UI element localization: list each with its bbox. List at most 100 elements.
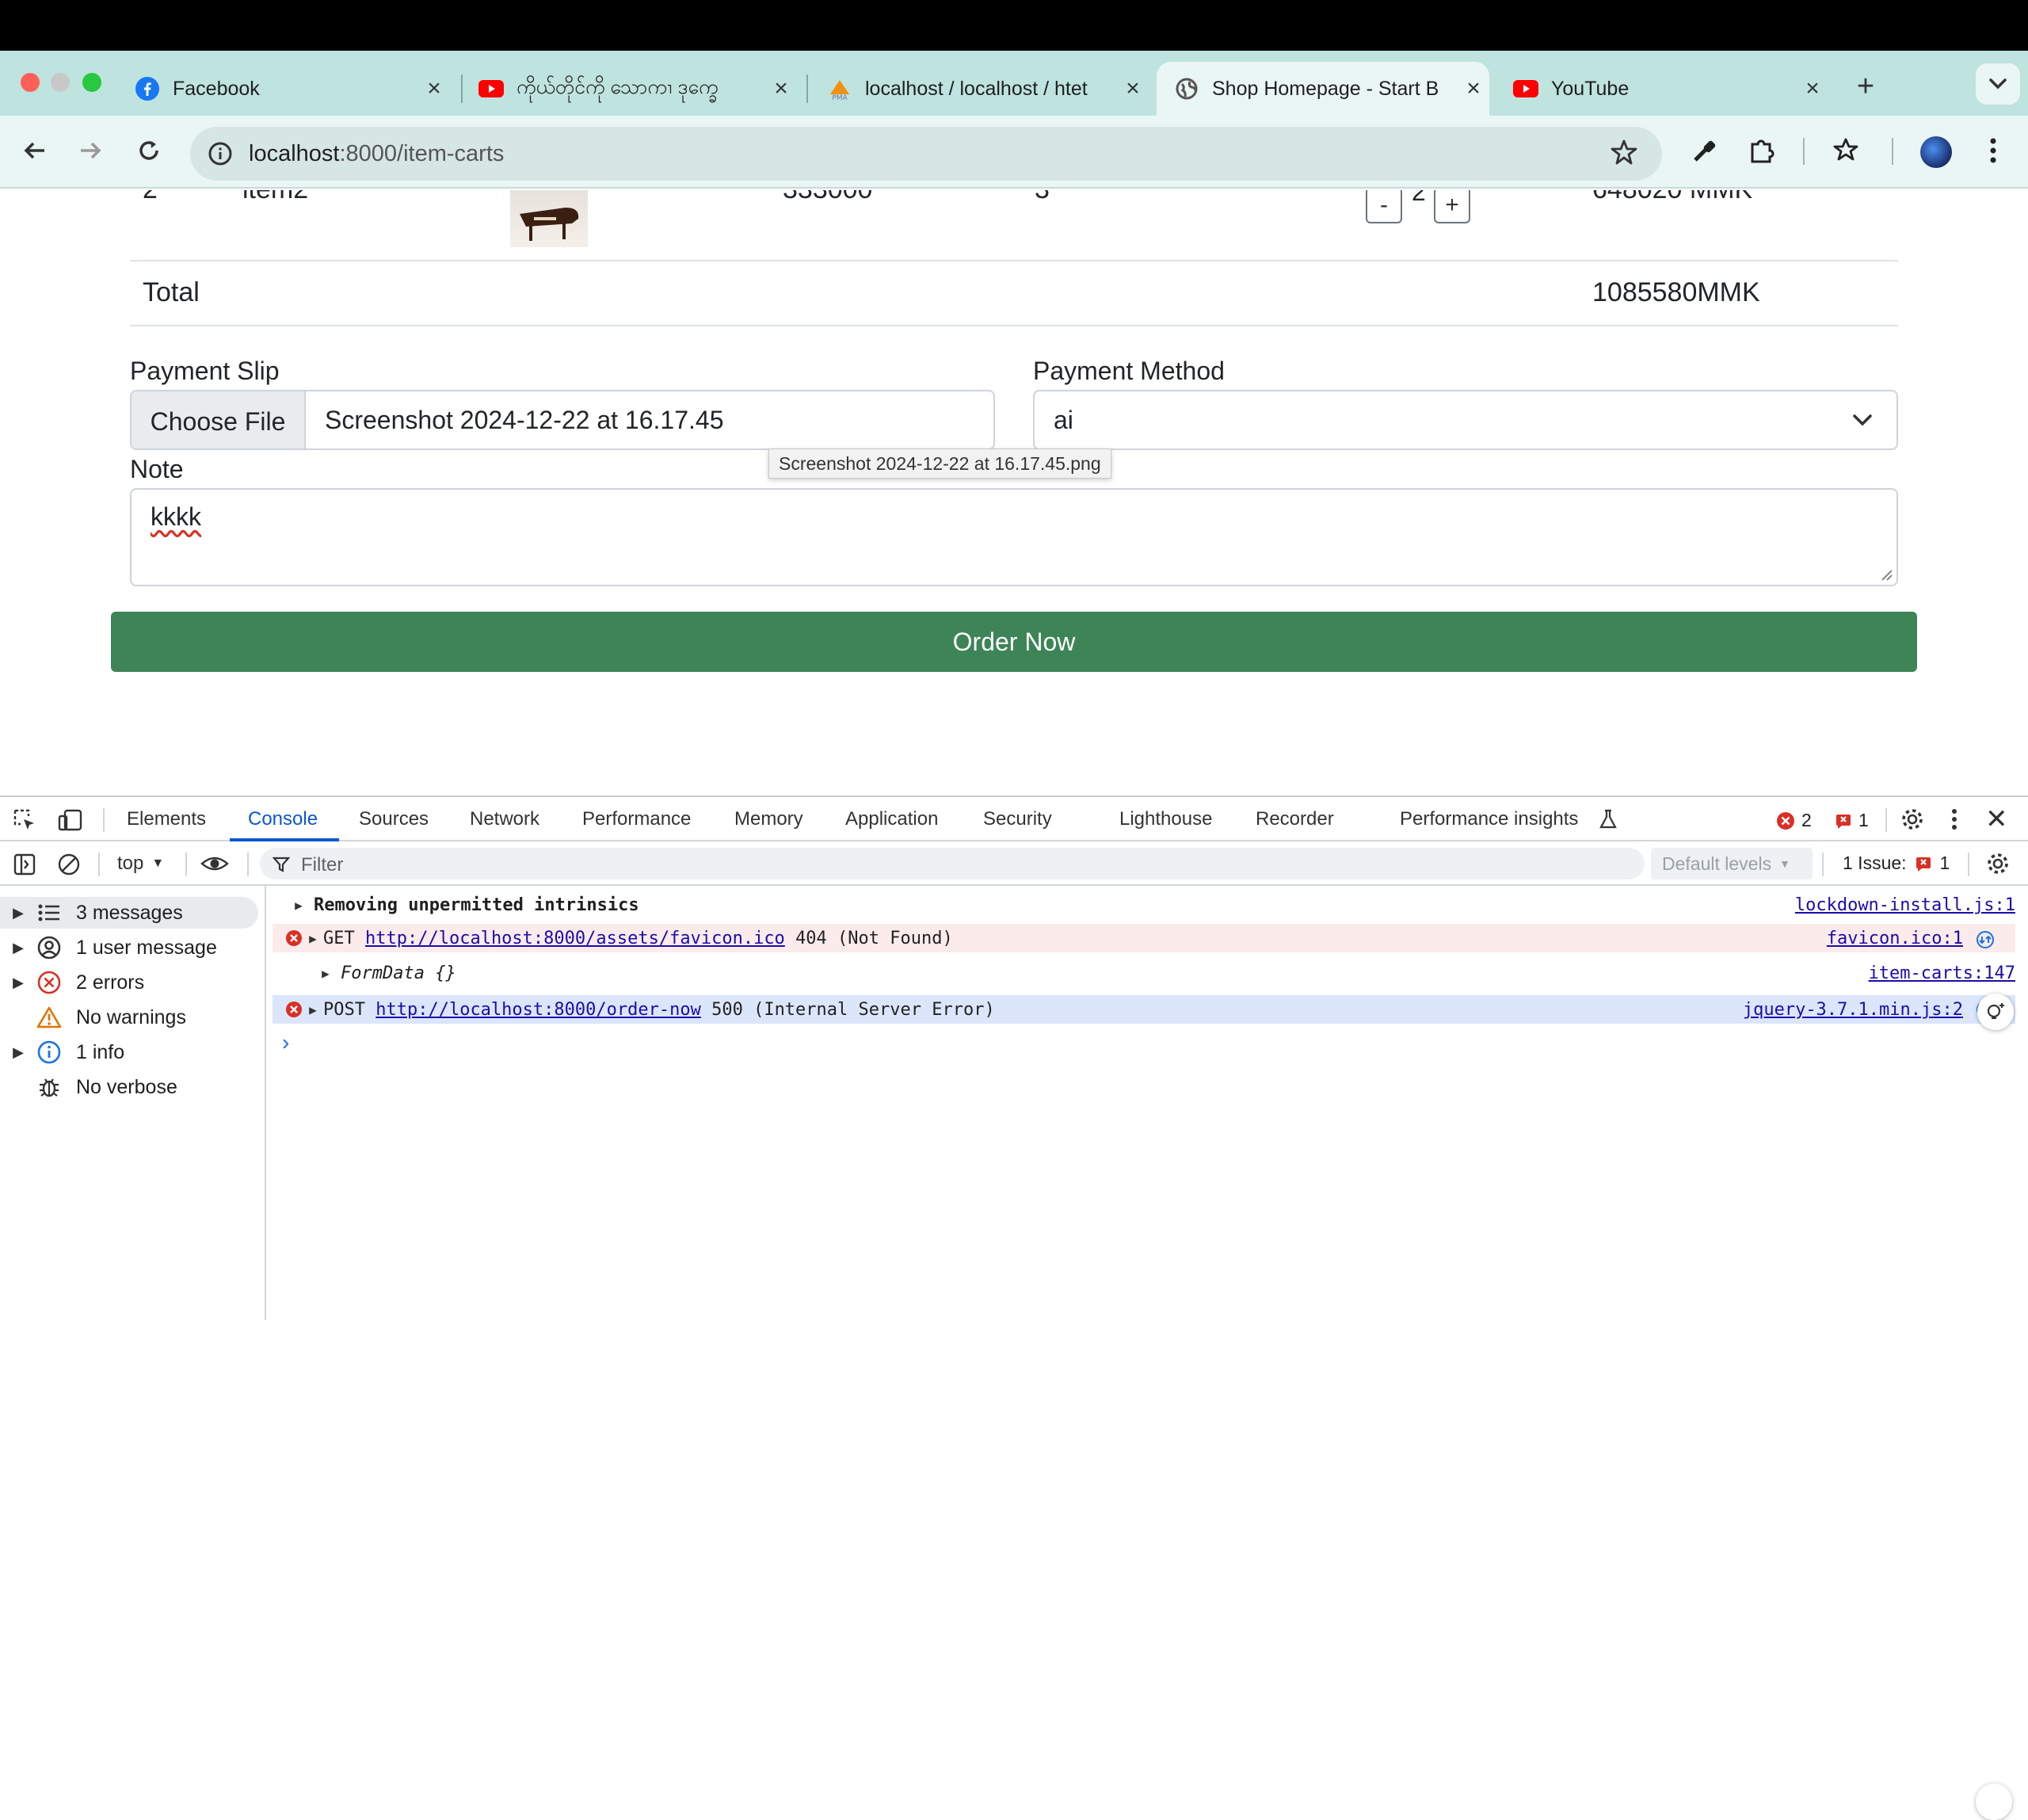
clear-console-icon[interactable] — [57, 853, 81, 880]
devtools-settings-icon[interactable] — [1900, 807, 1925, 836]
console-error-message[interactable]: ▶ POST http://localhost:8000/order-now 5… — [273, 995, 2015, 1024]
bookmark-star-icon[interactable] — [1610, 138, 1641, 170]
console-message[interactable]: ▶ FormData {} item-carts:147 — [273, 959, 2015, 987]
console-sidebar: ▶ 3 messages ▶ 1 user message ▶ 2 errors… — [0, 886, 266, 1320]
bookmarks-button[interactable] — [1830, 133, 1865, 168]
tab-application[interactable]: Application — [845, 808, 938, 830]
tab-youtube-video[interactable]: ကိုယ်တိုင်ကို သောကၢ ဒုက္ခေ × — [464, 62, 797, 116]
sidebar-toggle-icon[interactable] — [13, 853, 36, 880]
issue-counter[interactable]: 1 — [1835, 810, 1869, 831]
back-button[interactable] — [17, 133, 52, 168]
message-source-link[interactable]: item-carts:147 — [1869, 963, 2015, 983]
toolbar-divider — [1885, 808, 1887, 832]
console-message[interactable]: ▶ Removing unpermitted intrinsics lockdo… — [273, 891, 2015, 919]
expand-arrow-icon: ▶ — [13, 904, 24, 921]
devtools-more-icon[interactable] — [1950, 807, 1958, 836]
toolbar-divider — [1892, 138, 1893, 165]
tab-close-icon[interactable]: × — [1797, 75, 1828, 102]
tab-network[interactable]: Network — [470, 808, 539, 830]
tab-console[interactable]: Console — [248, 808, 318, 830]
console-prompt[interactable]: › — [282, 1030, 289, 1055]
tab-close-icon[interactable]: × — [1458, 75, 1489, 102]
tab-lighthouse[interactable]: Lighthouse — [1119, 808, 1212, 830]
toolbar-divider — [103, 808, 105, 832]
tab-sources[interactable]: Sources — [359, 808, 429, 830]
live-expression-eye-icon[interactable] — [200, 851, 230, 880]
error-counter[interactable]: 2 — [1776, 810, 1812, 831]
sidebar-item-user-messages[interactable]: ▶ 1 user message — [0, 932, 258, 963]
ai-assistance-button[interactable] — [1977, 994, 2014, 1030]
console-error-message[interactable]: ▶ GET http://localhost:8000/assets/favic… — [273, 924, 2015, 952]
new-tab-button[interactable]: + — [1843, 67, 1889, 106]
eyedropper-icon — [1694, 140, 1716, 162]
reload-button[interactable] — [132, 133, 166, 168]
tab-close-icon[interactable]: × — [1117, 75, 1149, 102]
tab-recorder[interactable]: Recorder — [1256, 808, 1334, 830]
tab-phpmyadmin[interactable]: PMA localhost / localhost / htet × — [810, 62, 1149, 116]
log-levels-dropdown[interactable]: Default levels ▼ — [1651, 848, 1813, 879]
payment-slip-file-input[interactable]: Choose File Screenshot 2024-12-22 at 16.… — [130, 390, 995, 450]
extensions-button[interactable] — [1744, 133, 1779, 168]
error-icon — [286, 1002, 302, 1017]
eyedropper-extension-button[interactable] — [1687, 133, 1722, 168]
screen-top-bar — [0, 0, 2028, 51]
order-now-button[interactable]: Order Now — [111, 612, 1917, 672]
browser-menu-button[interactable] — [1976, 133, 2011, 168]
network-request-icon[interactable] — [1976, 930, 1995, 949]
devtools-close-icon[interactable]: ✕ — [1985, 803, 2008, 835]
close-window-button[interactable] — [21, 73, 40, 92]
sidebar-item-info[interactable]: ▶ 1 info — [0, 1036, 258, 1068]
warning-icon — [35, 1003, 63, 1032]
tab-security[interactable]: Security — [983, 808, 1052, 830]
bug-icon — [35, 1073, 63, 1101]
tab-performance[interactable]: Performance — [582, 808, 691, 830]
tab-shop-homepage[interactable]: Shop Homepage - Start B × — [1157, 62, 1489, 116]
expand-arrow-icon: ▶ — [322, 965, 330, 981]
tab-elements[interactable]: Elements — [127, 808, 206, 830]
tab-performance-insights[interactable]: Performance insights — [1400, 808, 1578, 830]
resize-handle-icon[interactable] — [1881, 569, 1893, 582]
request-url-link[interactable]: http://localhost:8000/order-now — [375, 1000, 701, 1020]
device-toolbar-icon[interactable] — [57, 808, 84, 836]
browser-toolbar: localhost:8000/item-carts — [0, 116, 2028, 189]
devtools-tab-bar: Elements Console Sources Network Perform… — [0, 797, 2028, 841]
issues-summary[interactable]: 1 Issue: 1 — [1843, 853, 1950, 874]
message-source-link[interactable]: jquery-3.7.1.min.js:2 — [1743, 1000, 1963, 1020]
note-textarea[interactable]: kkkk — [130, 488, 1898, 586]
increase-qty-button[interactable]: + — [1434, 190, 1470, 223]
context-selector[interactable]: top ▼ — [117, 853, 164, 875]
item-subtotal: 648020 MMK — [1592, 190, 1752, 205]
tab-close-icon[interactable]: × — [418, 75, 450, 102]
choose-file-button[interactable]: Choose File — [132, 391, 306, 448]
site-info-icon[interactable] — [206, 139, 234, 168]
inspect-element-icon[interactable] — [13, 808, 36, 836]
tab-memory[interactable]: Memory — [734, 808, 803, 830]
maximize-window-button[interactable] — [82, 73, 101, 92]
sidebar-item-warnings[interactable]: No warnings — [0, 1002, 258, 1033]
facebook-icon — [135, 76, 160, 101]
tab-title: Facebook — [173, 77, 260, 100]
request-url-link[interactable]: http://localhost:8000/assets/favicon.ico — [365, 929, 785, 948]
devtools-panel: Elements Console Sources Network Perform… — [0, 796, 2028, 1820]
profile-avatar[interactable] — [1920, 136, 1952, 168]
puzzle-icon — [1751, 139, 1774, 163]
issue-icon — [1916, 857, 1931, 872]
sidebar-item-errors[interactable]: ▶ 2 errors — [0, 967, 258, 998]
tab-facebook[interactable]: Facebook × — [117, 62, 450, 116]
forward-button[interactable] — [73, 133, 108, 168]
message-source-link[interactable]: favicon.ico:1 — [1827, 929, 1963, 948]
tab-search-button[interactable] — [1976, 63, 2020, 105]
sidebar-item-messages[interactable]: ▶ 3 messages — [0, 897, 258, 929]
minimize-window-button[interactable] — [51, 73, 70, 92]
payment-slip-label: Payment Slip — [130, 357, 280, 385]
address-bar[interactable]: localhost:8000/item-carts — [190, 127, 1662, 181]
message-source-link[interactable]: lockdown-install.js:1 — [1795, 895, 2015, 915]
sidebar-item-verbose[interactable]: No verbose — [0, 1071, 258, 1103]
tab-title: ကိုယ်တိုင်ကို သောကၢ ဒုက္ခေ — [517, 75, 719, 98]
tab-close-icon[interactable]: × — [765, 75, 797, 102]
payment-method-select[interactable]: ai — [1033, 390, 1898, 450]
decrease-qty-button[interactable]: - — [1366, 190, 1402, 223]
console-settings-icon[interactable] — [1985, 851, 2011, 880]
console-filter-input[interactable]: Filter — [260, 848, 1645, 879]
tab-youtube[interactable]: YouTube × — [1496, 62, 1828, 116]
